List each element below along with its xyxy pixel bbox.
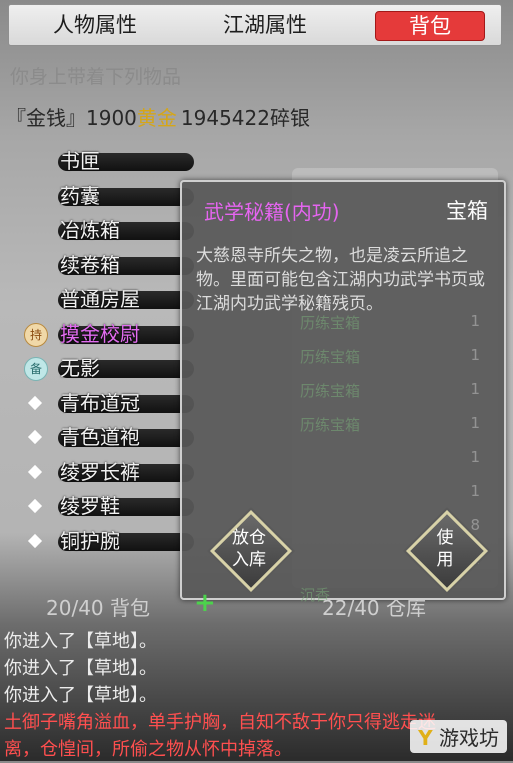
inventory-item[interactable]: 铜护腕	[18, 526, 194, 556]
inventory-item-label: 普通房屋	[60, 287, 140, 311]
money-line: 『金钱』1900黄金 1945422碎银	[6, 102, 310, 131]
inventory-item-label: 绫罗鞋	[60, 494, 120, 518]
inventory-item[interactable]: 青色道袍	[18, 422, 194, 452]
use-button-label: 使用	[436, 528, 454, 570]
inventory-item-label: 青布道冠	[60, 390, 140, 415]
inventory-item[interactable]: 绫罗长裤	[18, 457, 194, 487]
special-badge-icon: 持	[24, 322, 48, 347]
warehouse-count: 22/40 仓库	[322, 596, 426, 620]
log-line: 你进入了【草地】。	[4, 631, 157, 652]
ghost-row: 1	[300, 448, 480, 482]
inventory-item-label: 铜护腕	[60, 528, 120, 553]
ghost-row-count: 1	[470, 448, 480, 466]
expand-bag-plus-icon[interactable]: +	[194, 588, 216, 618]
inventory-item[interactable]: 冶炼箱	[18, 215, 194, 245]
money-prefix: 『金钱』1900	[6, 106, 137, 130]
top-tab-bar: 人物属性 江湖属性 背包	[8, 4, 502, 46]
diamond-bullet-icon	[27, 533, 43, 548]
inventory-item-label: 摸金校尉	[60, 321, 140, 346]
inventory-item[interactable]: 持摸金校尉	[18, 319, 194, 349]
inventory-item[interactable]: 备无影	[18, 353, 194, 383]
ghost-row: 历练宝箱 1	[300, 380, 480, 414]
tab-backpack[interactable]: 背包	[375, 11, 485, 41]
ghost-row-name: 历练宝箱	[300, 348, 361, 366]
inventory-caption: 你身上带着下列物品	[10, 66, 182, 88]
log-line: 你进入了【草地】。	[4, 685, 157, 706]
tab-character-attributes[interactable]: 人物属性	[35, 11, 155, 39]
inventory-item-label: 药囊	[60, 183, 100, 208]
ghost-row-count: 1	[470, 414, 480, 432]
popup-item-title: 武学秘籍(内功)	[204, 200, 340, 224]
bag-count: 20/40 背包	[46, 596, 150, 620]
inventory-item[interactable]: 绫罗鞋	[18, 491, 194, 521]
ghost-row: 历练宝箱 1	[300, 346, 480, 380]
inventory-item[interactable]: 青布道冠	[18, 388, 194, 418]
inventory-item[interactable]: 书匣	[18, 146, 194, 176]
inventory-item-label: 青色道袍	[60, 425, 140, 449]
diamond-bullet-icon	[27, 395, 43, 410]
ghost-row: 历练宝箱 1	[300, 312, 480, 346]
watermark-logo-icon: Y	[418, 726, 433, 750]
diamond-bullet-icon	[27, 429, 43, 445]
ghost-row-name: 历练宝箱	[300, 314, 361, 332]
inventory-item-label: 冶炼箱	[60, 218, 120, 242]
tab-jianghu-attributes[interactable]: 江湖属性	[205, 11, 325, 39]
inventory-item[interactable]: 普通房屋	[18, 284, 194, 314]
diamond-bullet-icon	[27, 464, 43, 479]
silver-amount: 1945422碎银	[180, 106, 310, 130]
backup-badge-icon: 备	[24, 357, 48, 381]
inventory-item-label: 绫罗长裤	[60, 459, 140, 484]
ghost-row-count: 1	[470, 482, 480, 500]
ghost-row-count: 1	[470, 346, 480, 364]
inventory-item-label: 无影	[60, 356, 100, 380]
item-tooltip-popup: 历练宝箱1历练宝箱1历练宝箱1历练宝箱11181沉香 武学秘籍(内功) 宝箱 大…	[180, 180, 506, 604]
store-to-warehouse-button[interactable]: 放仓 入库	[209, 509, 293, 593]
popup-item-kind: 宝箱	[446, 199, 488, 223]
diamond-bullet-icon	[27, 498, 43, 514]
inventory-item[interactable]: 药囊	[18, 181, 194, 211]
use-item-button[interactable]: 使用	[405, 509, 489, 593]
ghost-row: 历练宝箱 1	[300, 414, 480, 448]
watermark: Y 游戏坊	[410, 720, 507, 753]
gold-word: 黄金	[136, 106, 177, 130]
ghost-row: 1	[300, 482, 480, 516]
store-button-label: 放仓 入库	[232, 528, 266, 570]
ghost-row-name: 历练宝箱	[300, 416, 361, 434]
ghost-row-name: 历练宝箱	[300, 382, 361, 400]
popup-item-description: 大慈恩寺所失之物，也是凌云所追之物。里面可能包含江湖内功武学书页或江湖内功武学秘…	[196, 246, 485, 314]
log-line: 你进入了【草地】。	[4, 658, 157, 679]
inventory-item-label: 书匣	[60, 149, 100, 173]
ghost-row-count: 1	[470, 380, 480, 398]
inventory-item-label: 续卷箱	[60, 252, 120, 277]
watermark-text: 游戏坊	[439, 726, 499, 750]
inventory-item[interactable]: 续卷箱	[18, 250, 194, 280]
